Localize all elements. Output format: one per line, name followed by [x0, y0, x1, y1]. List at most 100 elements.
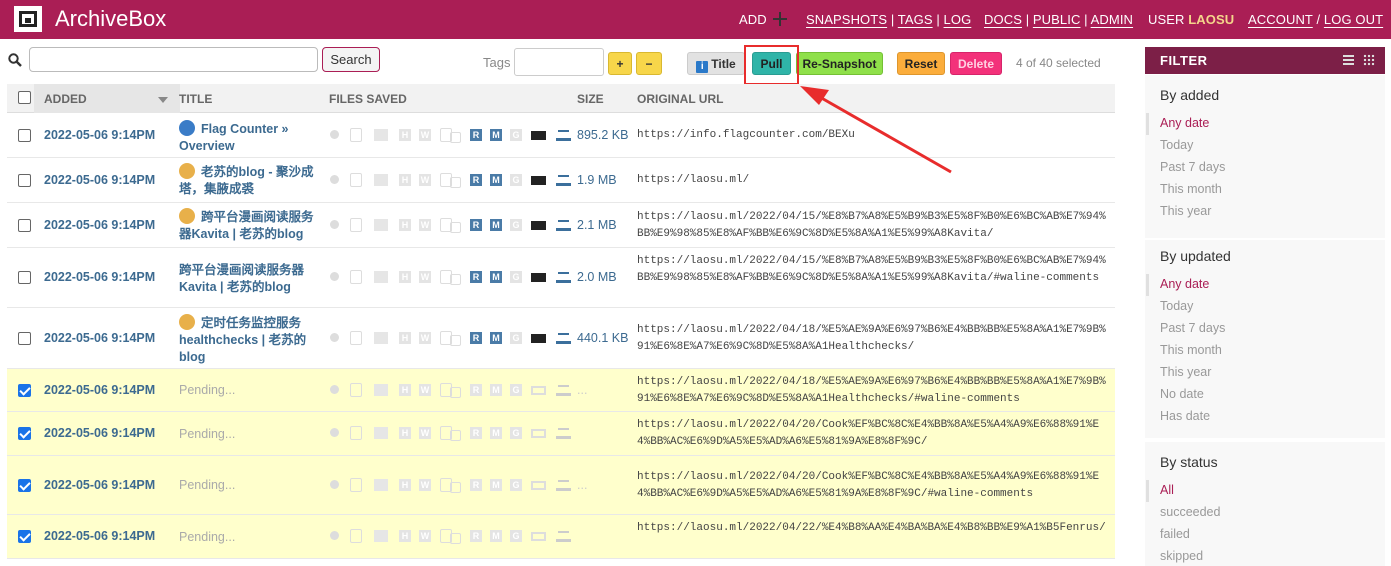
table-row[interactable]: 2022-05-06 9:14PM 老苏的blog - 聚沙成塔，集腋成裘 H W… — [7, 158, 1115, 203]
row-url[interactable]: https://laosu.ml/2022/04/20/Cook%EF%BC%8… — [637, 417, 1112, 451]
column-added[interactable]: ADDED — [44, 92, 87, 106]
row-title[interactable]: 跨平台漫画阅读服务器Kavita | 老苏的blog — [179, 262, 324, 296]
row-title[interactable]: Pending... — [179, 477, 324, 494]
wget-icon[interactable]: W — [419, 129, 431, 141]
media-icon[interactable] — [531, 429, 546, 438]
select-all-checkbox[interactable] — [18, 91, 31, 104]
nav-add[interactable]: ADD — [739, 12, 788, 27]
row-added-date[interactable]: 2022-05-06 9:14PM — [44, 383, 155, 397]
row-size[interactable]: ... — [577, 478, 587, 492]
readability-icon[interactable]: R — [470, 530, 482, 542]
git-icon[interactable]: G — [510, 332, 522, 344]
row-checkbox[interactable] — [18, 174, 31, 187]
row-url[interactable]: https://laosu.ml/2022/04/18/%E5%AE%9A%E6… — [637, 322, 1112, 356]
archive-org-icon[interactable] — [556, 384, 571, 396]
wget-icon[interactable]: W — [419, 530, 431, 542]
sort-desc-icon[interactable] — [158, 97, 168, 103]
html-icon[interactable]: H — [399, 479, 411, 491]
favicon-file-icon[interactable] — [330, 130, 339, 139]
row-size[interactable]: 895.2 KB — [577, 128, 628, 142]
reset-button[interactable]: Reset — [897, 52, 945, 75]
table-row[interactable]: 2022-05-06 9:14PM Pending... H W R M G ht… — [7, 412, 1115, 456]
filter-option[interactable]: This month — [1160, 182, 1222, 196]
nav-snapshots[interactable]: SNAPSHOTS — [806, 12, 887, 27]
media-icon[interactable] — [531, 131, 546, 140]
favicon-file-icon[interactable] — [330, 480, 339, 489]
html-icon[interactable]: H — [399, 384, 411, 396]
favicon-file-icon[interactable] — [330, 428, 339, 437]
dom-icon[interactable] — [450, 335, 461, 346]
wget-icon[interactable]: W — [419, 332, 431, 344]
row-size[interactable]: 2.1 MB — [577, 218, 617, 232]
dom-icon[interactable] — [450, 274, 461, 285]
media-icon[interactable] — [531, 481, 546, 490]
row-checkbox[interactable] — [18, 427, 31, 440]
wget-icon[interactable]: W — [419, 219, 431, 231]
nav-admin[interactable]: ADMIN — [1091, 12, 1133, 27]
row-title[interactable]: Pending... — [179, 382, 324, 399]
singlefile-icon[interactable] — [350, 218, 362, 232]
row-size[interactable]: 440.1 KB — [577, 331, 628, 345]
readability-icon[interactable]: R — [470, 332, 482, 344]
singlefile-icon[interactable] — [350, 270, 362, 284]
filter-option[interactable]: Any date — [1160, 116, 1209, 130]
archive-org-icon[interactable] — [556, 530, 571, 542]
media-icon[interactable] — [531, 273, 546, 282]
row-added-date[interactable]: 2022-05-06 9:14PM — [44, 128, 155, 142]
row-checkbox[interactable] — [18, 479, 31, 492]
dom-icon[interactable] — [450, 177, 461, 188]
dom-icon[interactable] — [450, 533, 461, 544]
singlefile-icon[interactable] — [350, 426, 362, 440]
column-url[interactable]: ORIGINAL URL — [637, 92, 723, 106]
row-title[interactable]: 跨平台漫画阅读服务器Kavita | 老苏的blog — [179, 208, 324, 243]
column-size[interactable]: SIZE — [577, 92, 604, 106]
row-added-date[interactable]: 2022-05-06 9:14PM — [44, 426, 155, 440]
row-title[interactable]: Pending... — [179, 426, 324, 443]
filter-option[interactable]: This year — [1160, 365, 1211, 379]
archive-org-icon[interactable] — [556, 332, 571, 344]
wget-icon[interactable]: W — [419, 174, 431, 186]
screenshot-icon[interactable] — [374, 129, 388, 141]
singlefile-icon[interactable] — [350, 128, 362, 142]
filter-option[interactable]: Today — [1160, 299, 1193, 313]
media-icon[interactable] — [531, 532, 546, 541]
singlefile-icon[interactable] — [350, 383, 362, 397]
singlefile-icon[interactable] — [350, 173, 362, 187]
filter-option[interactable]: failed — [1160, 527, 1190, 541]
favicon-file-icon[interactable] — [330, 272, 339, 281]
brand-title[interactable]: ArchiveBox — [55, 6, 166, 32]
git-icon[interactable]: G — [510, 384, 522, 396]
grid-view-icon[interactable] — [1363, 54, 1375, 66]
favicon-file-icon[interactable] — [330, 175, 339, 184]
filter-option[interactable]: skipped — [1160, 549, 1203, 563]
readability-icon[interactable]: R — [470, 384, 482, 396]
column-title[interactable]: TITLE — [179, 92, 212, 106]
filter-option[interactable]: Today — [1160, 138, 1193, 152]
list-view-icon[interactable] — [1343, 55, 1354, 65]
row-checkbox[interactable] — [18, 332, 31, 345]
git-icon[interactable]: G — [510, 530, 522, 542]
filter-option[interactable]: No date — [1160, 387, 1204, 401]
filter-option[interactable]: This year — [1160, 204, 1211, 218]
html-icon[interactable]: H — [399, 129, 411, 141]
wget-icon[interactable]: W — [419, 479, 431, 491]
screenshot-icon[interactable] — [374, 384, 388, 396]
git-icon[interactable]: G — [510, 427, 522, 439]
nav-tags[interactable]: TAGS — [898, 12, 933, 27]
mercury-icon[interactable]: M — [490, 530, 502, 542]
screenshot-icon[interactable] — [374, 174, 388, 186]
readability-icon[interactable]: R — [470, 271, 482, 283]
table-row[interactable]: 2022-05-06 9:14PM Flag Counter » Overview… — [7, 113, 1115, 158]
row-url[interactable]: https://laosu.ml/2022/04/15/%E8%B7%A8%E5… — [637, 253, 1112, 287]
row-size[interactable]: 2.0 MB — [577, 270, 617, 284]
row-url[interactable]: https://info.flagcounter.com/BEXu — [637, 127, 1112, 144]
add-tag-button[interactable]: + — [608, 52, 632, 75]
table-row[interactable]: 2022-05-06 9:14PM Pending... H W R M G ..… — [7, 456, 1115, 515]
row-url[interactable]: https://laosu.ml/ — [637, 172, 1112, 189]
readability-icon[interactable]: R — [470, 174, 482, 186]
table-row[interactable]: 2022-05-06 9:14PM Pending... H W R M G ht… — [7, 515, 1115, 559]
html-icon[interactable]: H — [399, 530, 411, 542]
media-icon[interactable] — [531, 334, 546, 343]
dom-icon[interactable] — [450, 387, 461, 398]
screenshot-icon[interactable] — [374, 271, 388, 283]
